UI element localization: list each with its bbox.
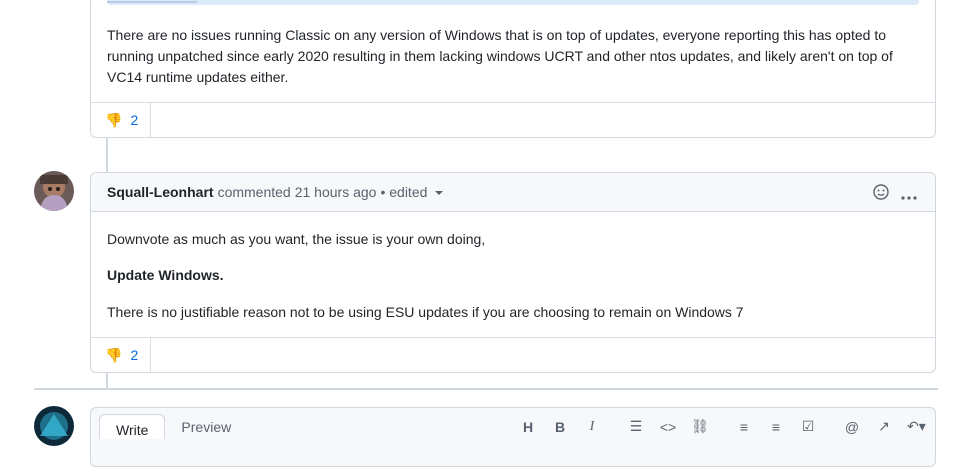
reactions-bar: 👎 2 bbox=[91, 337, 935, 372]
chevron-down-icon[interactable] bbox=[435, 191, 444, 195]
thumbs-down-icon: 👎 bbox=[105, 111, 123, 128]
current-user-avatar[interactable] bbox=[34, 406, 74, 446]
comment-line: There is no justifiable reason not to be… bbox=[107, 304, 744, 320]
comment-box: Squall-Leonhart commented 21 hours ago •… bbox=[90, 172, 936, 373]
comment-action: commented bbox=[217, 184, 291, 200]
reaction-count: 2 bbox=[130, 112, 139, 128]
timeline-line bbox=[106, 138, 108, 172]
mention-icon[interactable]: @ bbox=[843, 419, 861, 435]
thumbs-down-icon: 👎 bbox=[105, 346, 123, 363]
heading-icon[interactable]: H bbox=[519, 419, 537, 435]
comment-body: There are no issues running Classic on a… bbox=[107, 25, 907, 88]
tab-preview[interactable]: Preview bbox=[165, 408, 247, 438]
unordered-list-icon[interactable]: ≡ bbox=[735, 419, 753, 435]
author-link[interactable]: Squall-Leonhart bbox=[107, 184, 214, 200]
link-icon[interactable]: ⛓ bbox=[691, 418, 709, 435]
bold-icon[interactable]: B bbox=[551, 419, 569, 435]
comment-box: There are no issues running Classic on a… bbox=[90, 0, 936, 138]
highlight-bar bbox=[107, 0, 919, 5]
comment-line-bold: Update Windows. bbox=[107, 267, 224, 283]
italic-icon[interactable]: I bbox=[583, 419, 601, 435]
comment-date[interactable]: 21 hours ago bbox=[295, 184, 377, 200]
comment-text: There are no issues running Classic on a… bbox=[107, 27, 893, 85]
tab-write[interactable]: Write bbox=[99, 414, 166, 439]
edited-label[interactable]: • edited bbox=[380, 184, 427, 200]
reaction-count: 2 bbox=[130, 347, 139, 363]
thumbs-down-reaction[interactable]: 👎 2 bbox=[91, 338, 151, 372]
markdown-toolbar: H B I ☰ <> ⛓ ≡ ≡ ☑ @ ↗ ↶▾ bbox=[519, 418, 926, 435]
avatar[interactable] bbox=[34, 171, 74, 211]
thumbs-down-reaction[interactable]: 👎 2 bbox=[91, 103, 151, 137]
comment-header: Squall-Leonhart commented 21 hours ago •… bbox=[91, 173, 935, 212]
cross-reference-icon[interactable]: ↗ bbox=[875, 418, 893, 435]
selection-mark bbox=[107, 1, 197, 3]
ordered-list-icon[interactable]: ≡ bbox=[767, 419, 785, 435]
code-icon[interactable]: <> bbox=[659, 419, 677, 435]
comment-line: Downvote as much as you want, the issue … bbox=[107, 231, 486, 247]
more-options-icon[interactable] bbox=[901, 188, 917, 204]
comment-body: Downvote as much as you want, the issue … bbox=[107, 229, 919, 323]
emoji-icon[interactable] bbox=[873, 184, 889, 203]
reply-icon[interactable]: ↶▾ bbox=[907, 418, 926, 435]
task-list-icon[interactable]: ☑ bbox=[799, 418, 817, 435]
reactions-bar: 👎 2 bbox=[91, 102, 935, 137]
timeline-divider bbox=[34, 388, 938, 390]
comment-editor: Write Preview H B I ☰ <> ⛓ ≡ ≡ ☑ @ ↗ ↶▾ bbox=[90, 407, 936, 467]
editor-tabs: Write Preview bbox=[91, 408, 247, 439]
quote-icon[interactable]: ☰ bbox=[627, 418, 645, 435]
